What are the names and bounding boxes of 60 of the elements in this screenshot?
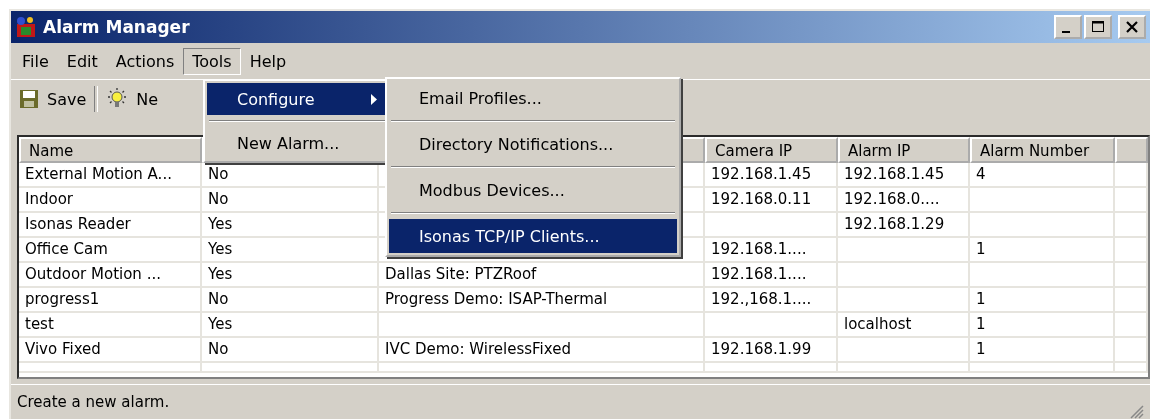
table-cell: Progress Demo: ISAP-Thermal (379, 288, 705, 313)
table-cell: 1 (970, 313, 1115, 338)
table-cell: External Motion A... (19, 163, 202, 188)
table-cell: IVC Demo: WirelessFixed (379, 338, 705, 363)
table-cell: Indoor (19, 188, 202, 213)
menu-item[interactable]: Configure (207, 83, 387, 115)
status-text: Create a new alarm. (17, 393, 170, 411)
table-cell: Yes (202, 213, 379, 238)
table-cell: Dallas Site: PTZRoof (379, 263, 705, 288)
table-cell: Isonas Reader (19, 213, 202, 238)
table-cell: 1 (970, 238, 1115, 263)
menu-item[interactable]: Email Profiles... (389, 81, 677, 115)
column-header[interactable]: Name (19, 137, 202, 163)
table-cell: 192.168.0.... (838, 188, 970, 213)
table-cell: 192.168.1.29 (838, 213, 970, 238)
table-cell: Vivo Fixed (19, 338, 202, 363)
menu-item[interactable]: Isonas TCP/IP Clients... (389, 219, 677, 253)
table-cell: 192.168.1.45 (705, 163, 838, 188)
table-cell: Yes (202, 263, 379, 288)
menu-item[interactable]: Help (240, 47, 296, 75)
new-button[interactable]: Ne (102, 86, 163, 112)
table-cell: 192.168.1.99 (705, 338, 838, 363)
table-cell: 1 (970, 288, 1115, 313)
table-cell: progress1 (19, 288, 202, 313)
table-cell: 192.168.0.11 (705, 188, 838, 213)
table-cell: No (202, 338, 379, 363)
maximize-icon (1091, 20, 1105, 34)
light-bulb-icon (106, 88, 129, 110)
window-title: Alarm Manager (43, 17, 190, 37)
app-icon (15, 16, 37, 38)
table-cell: No (202, 288, 379, 313)
menu-item[interactable]: Actions (106, 47, 184, 75)
table-cell: 192.168.1.... (705, 263, 838, 288)
menu-item[interactable]: File (13, 47, 58, 75)
table-cell: No (202, 188, 379, 213)
table-cell: 4 (970, 163, 1115, 188)
menu-item[interactable]: Directory Notifications... (389, 127, 677, 161)
maximize-button[interactable] (1084, 15, 1112, 39)
close-icon (1125, 20, 1139, 34)
menu-item[interactable]: New Alarm... (207, 127, 387, 159)
minimize-button[interactable] (1054, 15, 1082, 39)
table-cell: test (19, 313, 202, 338)
menu-item[interactable]: Tools (183, 47, 241, 75)
table-cell: Yes (202, 313, 379, 338)
table-cell: 192.168.1.... (705, 238, 838, 263)
table-cell: Outdoor Motion ... (19, 263, 202, 288)
menu-item[interactable]: Edit (57, 47, 107, 75)
table-cell: Office Cam (19, 238, 202, 263)
table-cell: Yes (202, 238, 379, 263)
table-cell: 192.168.1.45 (838, 163, 970, 188)
save-button[interactable]: Save (15, 87, 91, 111)
close-button[interactable] (1118, 15, 1146, 39)
table-cell: localhost (838, 313, 970, 338)
column-header[interactable]: Alarm Number (970, 137, 1115, 163)
table-cell: 192.,168.1.... (705, 288, 838, 313)
column-header[interactable]: Alarm IP (838, 137, 970, 163)
minimize-icon (1062, 31, 1070, 33)
table-cell: 1 (970, 338, 1115, 363)
menu-item[interactable]: Modbus Devices... (389, 173, 677, 207)
column-header[interactable]: Camera IP (705, 137, 838, 163)
